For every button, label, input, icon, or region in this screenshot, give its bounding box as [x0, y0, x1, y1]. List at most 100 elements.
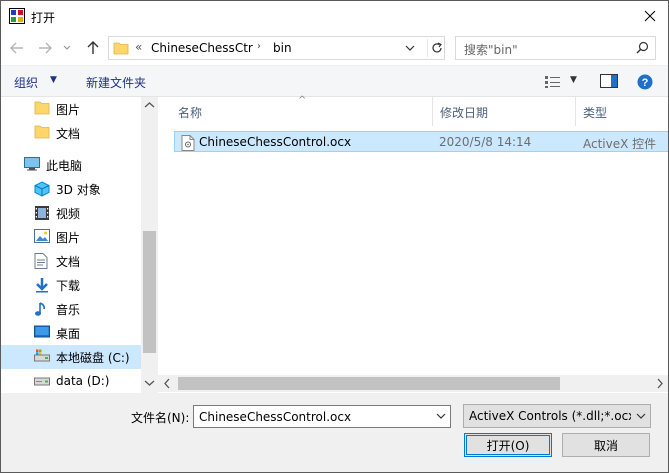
breadcrumb-segment[interactable]: bin — [273, 41, 292, 55]
column-divider[interactable] — [575, 97, 576, 126]
file-name: ChineseChessControl.ocx — [199, 135, 352, 149]
back-button[interactable] — [8, 38, 26, 58]
drive-d-icon — [34, 373, 50, 389]
nav-item[interactable]: 图片 — [0, 97, 141, 121]
nav-item-label: 此电脑 — [46, 158, 83, 173]
nav-item[interactable]: 音乐 — [0, 297, 141, 321]
file-type-filter-select[interactable]: ActiveX Controls (*.dll;*.ocx;* — [463, 404, 651, 428]
chevron-down-icon[interactable] — [436, 410, 446, 422]
nav-item-label: 3D 对象 — [56, 182, 101, 197]
download-icon — [34, 277, 50, 293]
back-arrow-icon — [10, 42, 23, 54]
cancel-button[interactable]: 取消 — [562, 433, 650, 457]
nav-item-label: 本地磁盘 (C:) — [56, 350, 130, 365]
preview-pane-icon — [600, 74, 618, 88]
desktop-icon — [34, 325, 50, 341]
title-bar: 打开 — [0, 0, 669, 31]
nav-item-label: data (D:) — [56, 374, 110, 388]
open-button[interactable]: 打开(O) — [464, 433, 552, 457]
caret-down-icon[interactable]: ▼ — [50, 75, 57, 85]
change-view-button[interactable] — [544, 75, 562, 89]
computer-icon — [24, 157, 40, 173]
nav-item-label: 文档 — [56, 254, 81, 269]
scroll-left-icon[interactable] — [163, 378, 171, 389]
folder-icon — [113, 41, 129, 55]
nav-item-label: 下载 — [56, 278, 81, 293]
ocx-file-icon — [181, 135, 195, 151]
window-title: 打开 — [31, 11, 56, 25]
search-placeholder: 搜索"bin" — [464, 43, 518, 57]
folder-icon — [34, 101, 50, 117]
nav-item-label: 视频 — [56, 206, 81, 221]
nav-item[interactable]: 图片 — [0, 225, 141, 249]
close-button[interactable] — [638, 5, 662, 27]
scroll-down-icon[interactable] — [144, 379, 155, 387]
nav-item[interactable]: 文档 — [0, 249, 141, 273]
nav-item-label: 音乐 — [56, 302, 81, 317]
pictures-icon — [34, 229, 50, 245]
command-bar: 组织 ▼ 新建文件夹 ▼ ? — [0, 65, 669, 97]
cancel-button-label: 取消 — [593, 438, 618, 453]
filename-label: 文件名(N): — [131, 411, 190, 425]
refresh-button[interactable] — [427, 39, 445, 57]
dialog-footer: 文件名(N): ChineseChessControl.ocx ActiveX … — [0, 393, 669, 473]
nav-item[interactable]: data (D:) — [0, 369, 141, 393]
breadcrumb-separator-icon[interactable]: › — [257, 41, 261, 52]
folder-icon — [34, 125, 50, 141]
recent-locations-button[interactable] — [58, 38, 76, 58]
overflow-chevron-icon[interactable]: « — [135, 40, 142, 54]
column-header-type[interactable]: 类型 — [583, 104, 607, 121]
close-icon — [644, 10, 656, 22]
up-button[interactable] — [84, 38, 102, 58]
horizontal-scrollbar-thumb[interactable] — [178, 377, 560, 390]
documents-icon — [34, 253, 50, 269]
new-folder-button[interactable]: 新建文件夹 — [86, 74, 146, 91]
video-icon — [34, 205, 50, 221]
column-header-name[interactable]: 名称 — [178, 104, 202, 121]
search-input[interactable]: 搜索"bin" — [455, 36, 656, 60]
horizontal-scrollbar[interactable] — [158, 375, 669, 392]
nav-item[interactable]: 下载 — [0, 273, 141, 297]
focus-ring — [466, 435, 550, 455]
file-row[interactable]: ChineseChessControl.ocx 2020/5/8 14:14 A… — [174, 131, 669, 152]
nav-item[interactable]: 桌面 — [0, 321, 141, 345]
organize-button[interactable]: 组织 — [14, 74, 38, 91]
filename-input[interactable]: ChineseChessControl.ocx — [193, 405, 451, 428]
breadcrumb-segment[interactable]: ChineseChessCtr — [151, 41, 253, 55]
nav-item[interactable]: 3D 对象 — [0, 177, 141, 201]
filename-value[interactable]: ChineseChessControl.ocx — [199, 410, 351, 424]
scroll-up-icon[interactable] — [144, 101, 155, 109]
column-divider[interactable] — [432, 97, 433, 126]
nav-item-label: 图片 — [56, 230, 81, 245]
nav-item[interactable]: 文档 — [0, 121, 141, 145]
nav-scrollbar-thumb[interactable] — [143, 231, 156, 353]
column-header-date[interactable]: 修改日期 — [440, 104, 488, 121]
preview-pane-button[interactable] — [600, 74, 618, 88]
address-dropdown-button[interactable] — [405, 42, 415, 54]
help-button[interactable]: ? — [637, 74, 653, 90]
chevron-down-icon — [405, 45, 415, 51]
forward-button[interactable] — [36, 38, 54, 58]
address-bar[interactable]: « ChineseChessCtr › bin — [108, 36, 445, 60]
navigation-pane: 图片 文档 此电脑 3D 对象 视频 图片 文档 下载 音乐 桌面 本地磁盘 (C:) data (D… — [0, 97, 158, 393]
nav-scrollbar[interactable] — [141, 97, 158, 393]
help-icon: ? — [637, 74, 653, 90]
file-list: ^ 名称 修改日期 类型 ChineseChessControl.ocx 202… — [158, 95, 669, 393]
sort-ascending-icon: ^ — [298, 95, 307, 106]
nav-item[interactable]: 本地磁盘 (C:) — [0, 345, 141, 369]
file-type-filter-value: ActiveX Controls (*.dll;*.ocx;* — [469, 409, 631, 423]
caret-down-icon[interactable]: ▼ — [570, 75, 577, 85]
file-type: ActiveX 控件 — [583, 137, 657, 151]
refresh-icon — [431, 42, 442, 53]
search-icon[interactable] — [636, 41, 649, 54]
nav-item[interactable]: 此电脑 — [0, 153, 141, 177]
music-icon — [34, 301, 50, 317]
nav-item[interactable]: 视频 — [0, 201, 141, 225]
chevron-down-icon — [63, 45, 71, 50]
up-arrow-icon — [87, 41, 99, 54]
scroll-right-icon[interactable] — [656, 378, 664, 389]
navigation-bar: « ChineseChessCtr › bin 搜索"bin" — [0, 31, 669, 65]
3d-objects-icon — [34, 181, 50, 197]
drive-c-icon — [34, 349, 50, 365]
file-modified-date: 2020/5/8 14:14 — [439, 135, 532, 149]
